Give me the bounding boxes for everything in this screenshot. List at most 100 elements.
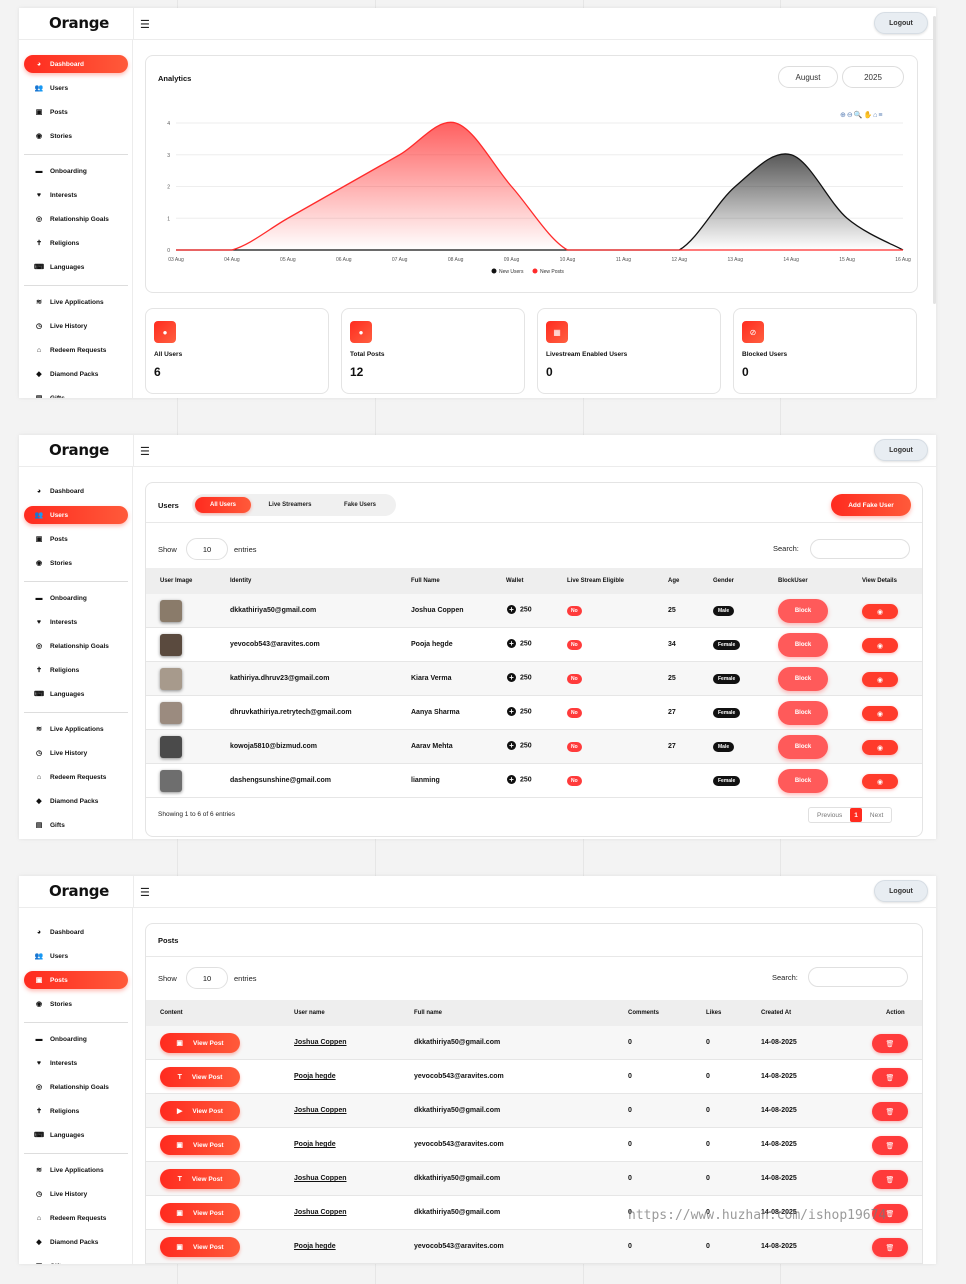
sidebar-item-live-applications[interactable]: ≋ Live Applications [24,720,128,738]
delete-button[interactable]: 🗑 [872,1170,908,1189]
sidebar-item-users[interactable]: 👥 Users [24,947,128,965]
delete-button[interactable]: 🗑 [872,1034,908,1053]
add-fake-user-button[interactable]: Add Fake User [831,494,911,516]
col-gender[interactable]: Gender [713,578,734,584]
col-view-details[interactable]: View Details [862,578,897,584]
view-details-button[interactable]: ◉ [862,672,898,687]
user-name-link[interactable]: Pooja hegde [294,1141,336,1148]
sidebar-item-interests[interactable]: ♥ Interests [24,186,128,204]
view-details-button[interactable]: ◉ [862,706,898,721]
sidebar-item-redeem-requests[interactable]: ⌂ Redeem Requests [24,341,128,359]
user-name-link[interactable]: Joshua Coppen [294,1107,347,1114]
col-identity[interactable]: Identity [230,578,251,584]
sidebar-item-onboarding[interactable]: ▬ Onboarding [24,589,128,607]
col-age[interactable]: Age [668,578,679,584]
sidebar-item-dashboard[interactable]: ◕ Dashboard [24,923,128,941]
user-name-link[interactable]: Joshua Coppen [294,1039,347,1046]
view-post-button[interactable]: T View Post [160,1169,240,1189]
sidebar-item-relationship-goals[interactable]: ◎ Relationship Goals [24,210,128,228]
logo[interactable]: Orange [49,14,109,32]
view-post-button[interactable]: ▣ View Post [160,1033,240,1053]
next-page-button[interactable]: Next [862,812,891,819]
sidebar-item-redeem-requests[interactable]: ⌂ Redeem Requests [24,1209,128,1227]
sidebar-item-live-history[interactable]: ◷ Live History [24,744,128,762]
user-avatar[interactable] [160,770,182,792]
block-button[interactable]: Block [778,769,828,793]
menu-toggle-icon[interactable]: ☰ [140,445,150,458]
sidebar-item-relationship-goals[interactable]: ◎ Relationship Goals [24,637,128,655]
sidebar-item-users[interactable]: 👥 Users [24,506,128,524]
user-avatar[interactable] [160,702,182,724]
view-post-button[interactable]: T View Post [160,1067,240,1087]
page-size-select[interactable]: 10 [186,967,228,989]
tab-fake-users[interactable]: Fake Users [328,497,392,513]
view-details-button[interactable]: ◉ [862,604,898,619]
delete-button[interactable]: 🗑 [872,1102,908,1121]
user-name-link[interactable]: Joshua Coppen [294,1209,347,1216]
block-button[interactable]: Block [778,667,828,691]
sidebar-item-languages[interactable]: ⌨ Languages [24,258,128,276]
sidebar-item-posts[interactable]: ▣ Posts [24,530,128,548]
menu-toggle-icon[interactable]: ☰ [140,886,150,899]
user-avatar[interactable] [160,634,182,656]
delete-button[interactable]: 🗑 [872,1136,908,1155]
col-full-name[interactable]: Full Name [411,578,440,584]
sidebar-item-live-applications[interactable]: ≋ Live Applications [24,293,128,311]
sidebar-item-posts[interactable]: ▣ Posts [24,103,128,121]
col-likes[interactable]: Likes [706,1010,721,1016]
view-details-button[interactable]: ◉ [862,740,898,755]
block-button[interactable]: Block [778,599,828,623]
sidebar-item-dashboard[interactable]: ◕ Dashboard [24,482,128,500]
sidebar-item-relationship-goals[interactable]: ◎ Relationship Goals [24,1078,128,1096]
user-avatar[interactable] [160,668,182,690]
scrollbar[interactable] [933,16,936,304]
logo[interactable]: Orange [49,441,109,459]
sidebar-item-live-applications[interactable]: ≋ Live Applications [24,1161,128,1179]
sidebar-item-gifts[interactable]: ▤ Gifts [24,389,128,399]
user-avatar[interactable] [160,600,182,622]
sidebar-item-religions[interactable]: ✝ Religions [24,234,128,252]
sidebar-item-diamond-packs[interactable]: ◆ Diamond Packs [24,1233,128,1251]
sidebar-item-stories[interactable]: ◉ Stories [24,127,128,145]
sidebar-item-diamond-packs[interactable]: ◆ Diamond Packs [24,792,128,810]
delete-button[interactable]: 🗑 [872,1068,908,1087]
col-user-image[interactable]: User Image [160,578,192,584]
block-button[interactable]: Block [778,633,828,657]
sidebar-item-stories[interactable]: ◉ Stories [24,554,128,572]
search-input[interactable] [810,539,910,559]
col-content[interactable]: Content [160,1010,183,1016]
sidebar-item-redeem-requests[interactable]: ⌂ Redeem Requests [24,768,128,786]
logout-button[interactable]: Logout [874,880,928,902]
menu-toggle-icon[interactable]: ☰ [140,18,150,31]
view-post-button[interactable]: ▶ View Post [160,1101,240,1121]
col-comments[interactable]: Comments [628,1010,659,1016]
sidebar-item-religions[interactable]: ✝ Religions [24,661,128,679]
sidebar-item-diamond-packs[interactable]: ◆ Diamond Packs [24,365,128,383]
user-avatar[interactable] [160,736,182,758]
block-button[interactable]: Block [778,735,828,759]
user-name-link[interactable]: Pooja hegde [294,1073,336,1080]
sidebar-item-interests[interactable]: ♥ Interests [24,613,128,631]
col-block-user[interactable]: BlockUser [778,578,808,584]
sidebar-item-users[interactable]: 👥 Users [24,79,128,97]
view-post-button[interactable]: ▣ View Post [160,1237,240,1257]
prev-page-button[interactable]: Previous [809,812,850,819]
user-name-link[interactable]: Joshua Coppen [294,1175,347,1182]
col-live-stream-eligible[interactable]: Live Stream Eligible [567,578,624,584]
delete-button[interactable]: 🗑 [872,1238,908,1257]
sidebar-item-posts[interactable]: ▣ Posts [24,971,128,989]
sidebar-item-onboarding[interactable]: ▬ Onboarding [24,1030,128,1048]
page-1-button[interactable]: 1 [850,808,862,822]
sidebar-item-live-history[interactable]: ◷ Live History [24,1185,128,1203]
logout-button[interactable]: Logout [874,12,928,34]
user-name-link[interactable]: Pooja hegde [294,1243,336,1250]
sidebar-item-stories[interactable]: ◉ Stories [24,995,128,1013]
sidebar-item-dashboard[interactable]: ◕ Dashboard [24,55,128,73]
view-details-button[interactable]: ◉ [862,638,898,653]
sidebar-item-gifts[interactable]: ▤ Gifts [24,1257,128,1265]
sidebar-item-religions[interactable]: ✝ Religions [24,1102,128,1120]
tab-live-streamers[interactable]: Live Streamers [254,497,326,513]
col-action[interactable]: Action [886,1010,905,1016]
col-wallet[interactable]: Wallet [506,578,523,584]
col-full-name[interactable]: Full name [414,1010,442,1016]
